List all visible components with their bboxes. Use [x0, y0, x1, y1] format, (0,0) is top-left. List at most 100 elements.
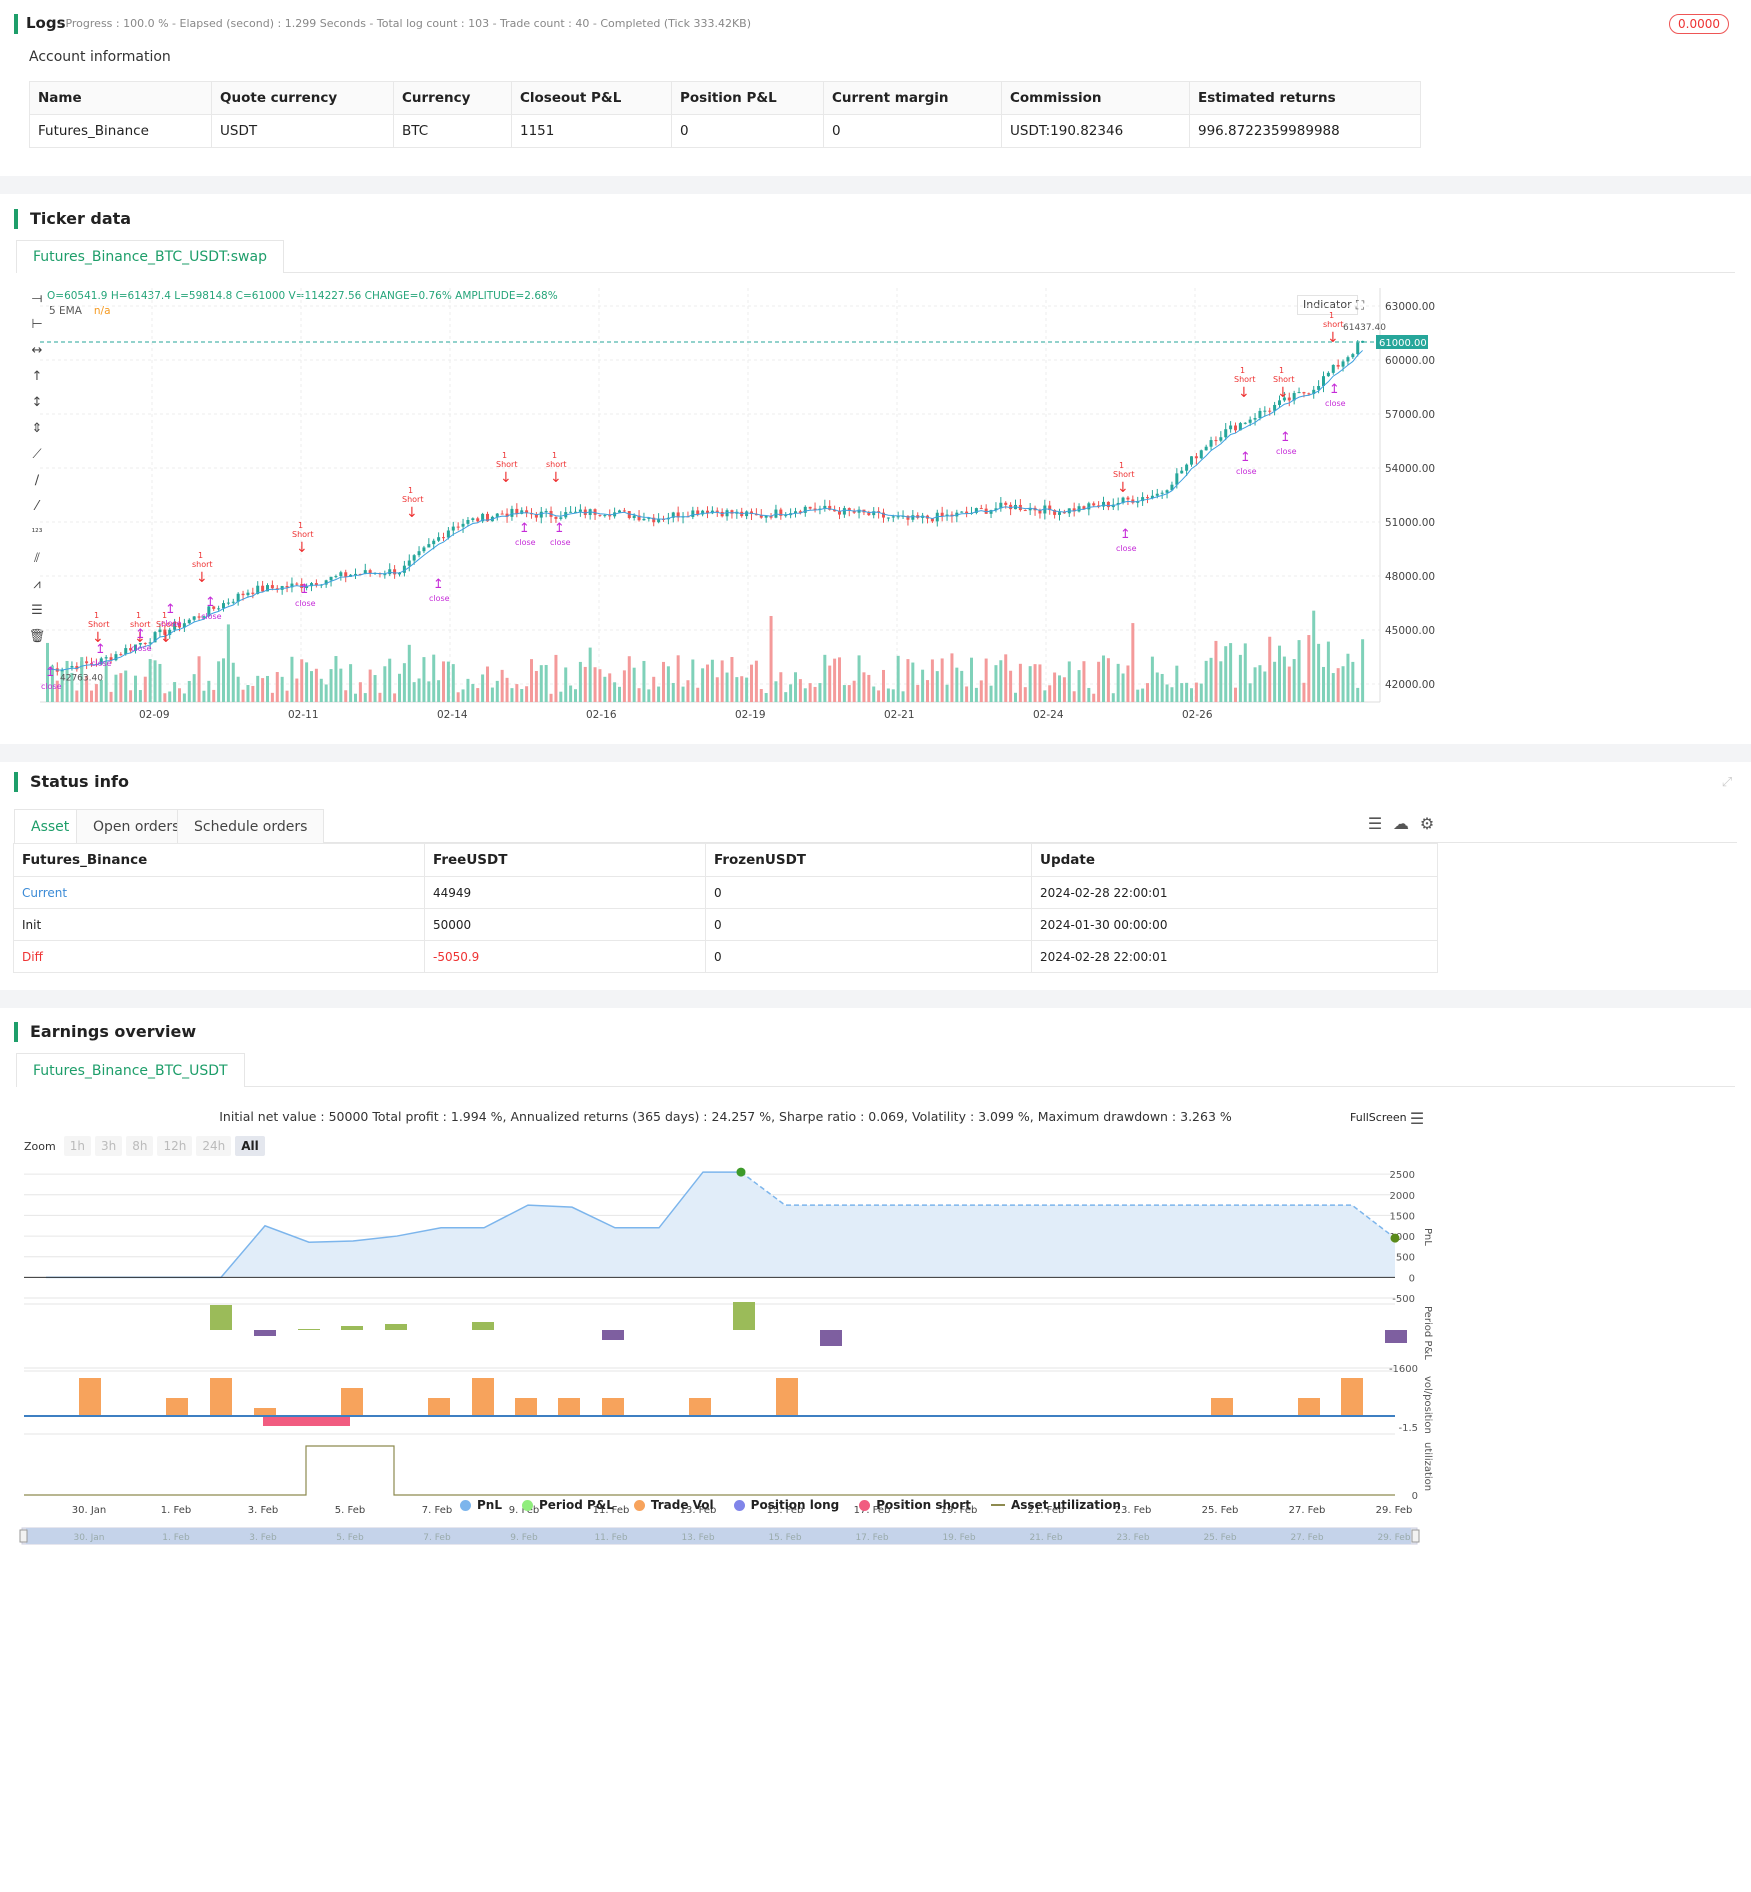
legend-position-long[interactable]: Position long: [733, 1498, 839, 1512]
account-cell: BTC: [393, 114, 512, 148]
volume-bar: [647, 689, 651, 702]
volume-bar: [442, 661, 445, 702]
candle-body: [427, 544, 431, 548]
trade-vol-bar: [1298, 1398, 1320, 1416]
candle-body: [422, 547, 426, 552]
max-point-marker: [736, 1167, 746, 1177]
period-pnl-bar: [341, 1326, 363, 1330]
candle-body: [1204, 446, 1208, 451]
zoom-3h-button[interactable]: 3h: [94, 1136, 123, 1156]
legend-period-pnl[interactable]: Period P&L: [521, 1498, 614, 1512]
volume-bar: [686, 680, 690, 702]
x-tick-label: 02-26: [1182, 709, 1213, 721]
candle-body: [1106, 501, 1110, 508]
period-pnl-bar: [1385, 1330, 1407, 1343]
legend-trade-vol[interactable]: Trade Vol: [633, 1498, 714, 1512]
trade-marker-count: 1: [94, 611, 99, 620]
volume-bar: [246, 685, 250, 702]
volume-bar: [642, 660, 646, 702]
volume-bar: [432, 654, 436, 702]
volume-bar: [578, 661, 582, 702]
x-tick-label: 25. Feb: [1202, 1505, 1239, 1516]
legend-dot: [733, 1499, 745, 1511]
y-tick-label: 500: [1396, 1253, 1415, 1264]
trade-marker-count: 1: [136, 611, 141, 620]
trade-marker-close: close: [1236, 467, 1257, 476]
tab-earnings-symbol[interactable]: Futures_Binance_BTC_USDT: [16, 1053, 245, 1087]
volume-bar: [515, 684, 519, 702]
trade-marker-close: close: [91, 659, 112, 668]
volume-bar: [1033, 664, 1037, 702]
volume-bar: [329, 669, 333, 702]
volume-bar: [437, 680, 441, 702]
volume-bar: [422, 657, 426, 702]
volume-bar: [1326, 641, 1330, 702]
volume-bar: [994, 665, 998, 702]
volume-bar: [715, 677, 719, 702]
navigator-tick-label: 25. Feb: [1203, 1533, 1236, 1543]
volume-bar: [818, 683, 822, 702]
account-col-quote: Quote currency: [211, 81, 394, 115]
volume-bar: [740, 676, 744, 702]
volume-bar: [1331, 673, 1335, 702]
x-tick-label: 02-21: [884, 709, 915, 721]
volume-bar: [368, 669, 372, 702]
zoom-8h-button[interactable]: 8h: [126, 1136, 154, 1156]
menu-icon[interactable]: ☰: [1407, 1108, 1427, 1128]
legend-asset-utilization[interactable]: Asset utilization: [990, 1498, 1121, 1512]
candle-body: [451, 526, 455, 531]
logs-card: Logs - Progress : 100.0 % - Elapsed (sec…: [0, 0, 1751, 176]
asset-cell: 2024-02-28 22:00:01: [1031, 876, 1438, 909]
volume-bar: [1062, 677, 1066, 702]
asset-cell: 2024-02-28 22:00:01: [1031, 940, 1438, 973]
legend-position-short[interactable]: Position short: [859, 1498, 971, 1512]
trade-marker-label: short: [546, 460, 567, 469]
tab-ticker-symbol[interactable]: Futures_Binance_BTC_USDT:swap: [16, 240, 284, 273]
volume-bar: [750, 664, 753, 702]
volume-bar: [1170, 687, 1174, 702]
volume-bar: [495, 680, 499, 702]
volume-bar: [1165, 684, 1169, 702]
volume-bar: [427, 681, 431, 702]
volume-bar: [852, 680, 856, 702]
zoom-1h-button[interactable]: 1h: [63, 1136, 91, 1156]
candle-body: [891, 516, 895, 518]
volume-bar: [559, 691, 563, 702]
volume-bar: [789, 684, 793, 702]
volume-bar: [1341, 666, 1345, 702]
candle-body: [1253, 418, 1257, 420]
zoom-all-button[interactable]: All: [235, 1136, 265, 1156]
candle-body: [1058, 512, 1061, 515]
navigator-tick-label: 29. Feb: [1377, 1533, 1410, 1543]
fullscreen-button[interactable]: FullScreen: [1350, 1111, 1407, 1124]
legend-pnl[interactable]: PnL: [460, 1498, 502, 1512]
short-arrow-icon: ↓: [500, 470, 512, 486]
candle-body: [476, 518, 480, 522]
trade-marker-label: Short: [1273, 375, 1294, 384]
account-col-currency: Currency: [393, 81, 512, 115]
volume-bar: [290, 656, 294, 702]
volume-bar: [574, 689, 577, 702]
zoom-12h-button[interactable]: 12h: [157, 1136, 193, 1156]
candle-body: [808, 506, 812, 509]
gear-icon[interactable]: ⚙: [1417, 813, 1437, 833]
volume-bar: [681, 686, 685, 702]
candle-body: [246, 592, 250, 596]
volume-bar: [779, 672, 783, 702]
volume-bar: [500, 669, 504, 702]
table-row: Init 50000 0 2024-01-30 00:00:00: [13, 908, 1438, 941]
volume-bar: [676, 655, 680, 702]
volume-bar: [916, 684, 920, 702]
volume-bar: [1209, 657, 1213, 702]
cloud-download-icon[interactable]: ☁: [1391, 813, 1411, 833]
expand-icon[interactable]: ⤢: [1717, 772, 1737, 792]
trade-marker-close: close: [161, 619, 182, 628]
tab-schedule-orders[interactable]: Schedule orders: [177, 809, 325, 843]
period-pnl-bar: [210, 1305, 232, 1330]
zoom-24h-button[interactable]: 24h: [196, 1136, 232, 1156]
menu-icon[interactable]: ☰: [1365, 813, 1385, 833]
x-tick-label: 29. Feb: [1376, 1505, 1413, 1516]
candle-body: [456, 526, 460, 528]
account-title: Account information: [29, 49, 171, 65]
volume-bar: [906, 659, 910, 702]
